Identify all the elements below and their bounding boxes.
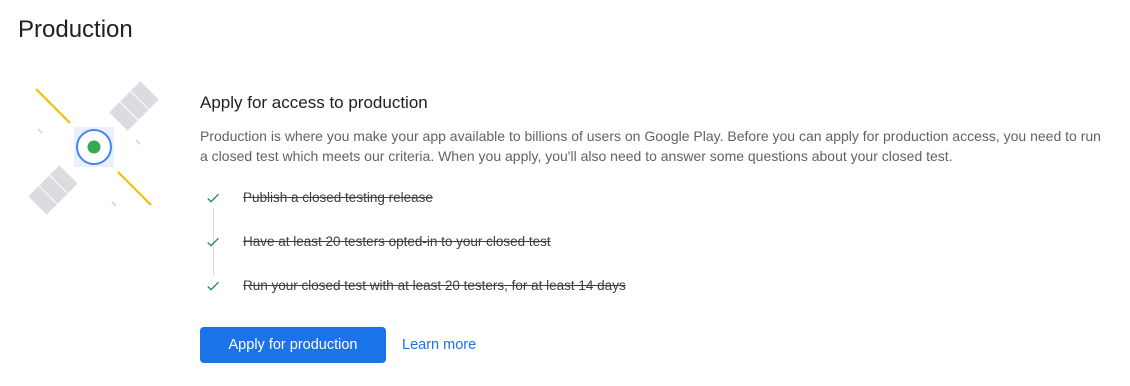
check-icon [205,188,233,208]
satellite-illustration [20,76,170,226]
satellite-icon [28,81,159,215]
card-heading: Apply for access to production [200,93,428,112]
apply-for-production-button[interactable]: Apply for production [200,327,386,363]
requirements-checklist: Publish a closed testing release Have at… [200,188,1110,320]
card-actions: Apply for production Learn more [200,327,476,363]
learn-more-link[interactable]: Learn more [402,337,476,353]
check-icon [205,276,233,296]
check-icon [205,232,233,252]
checklist-item-label: Have at least 20 testers opted-in to you… [243,234,551,249]
checklist-item-label: Publish a closed testing release [243,190,433,205]
checklist-item: Have at least 20 testers opted-in to you… [200,232,1110,276]
checklist-item: Run your closed test with at least 20 te… [200,276,1110,320]
page-title: Production [18,16,133,43]
checklist-item: Publish a closed testing release [200,188,1110,232]
card-description: Production is where you make your app av… [200,128,1101,164]
production-access-card: Apply for access to production Productio… [200,90,1110,320]
checklist-item-label: Run your closed test with at least 20 te… [243,278,626,293]
